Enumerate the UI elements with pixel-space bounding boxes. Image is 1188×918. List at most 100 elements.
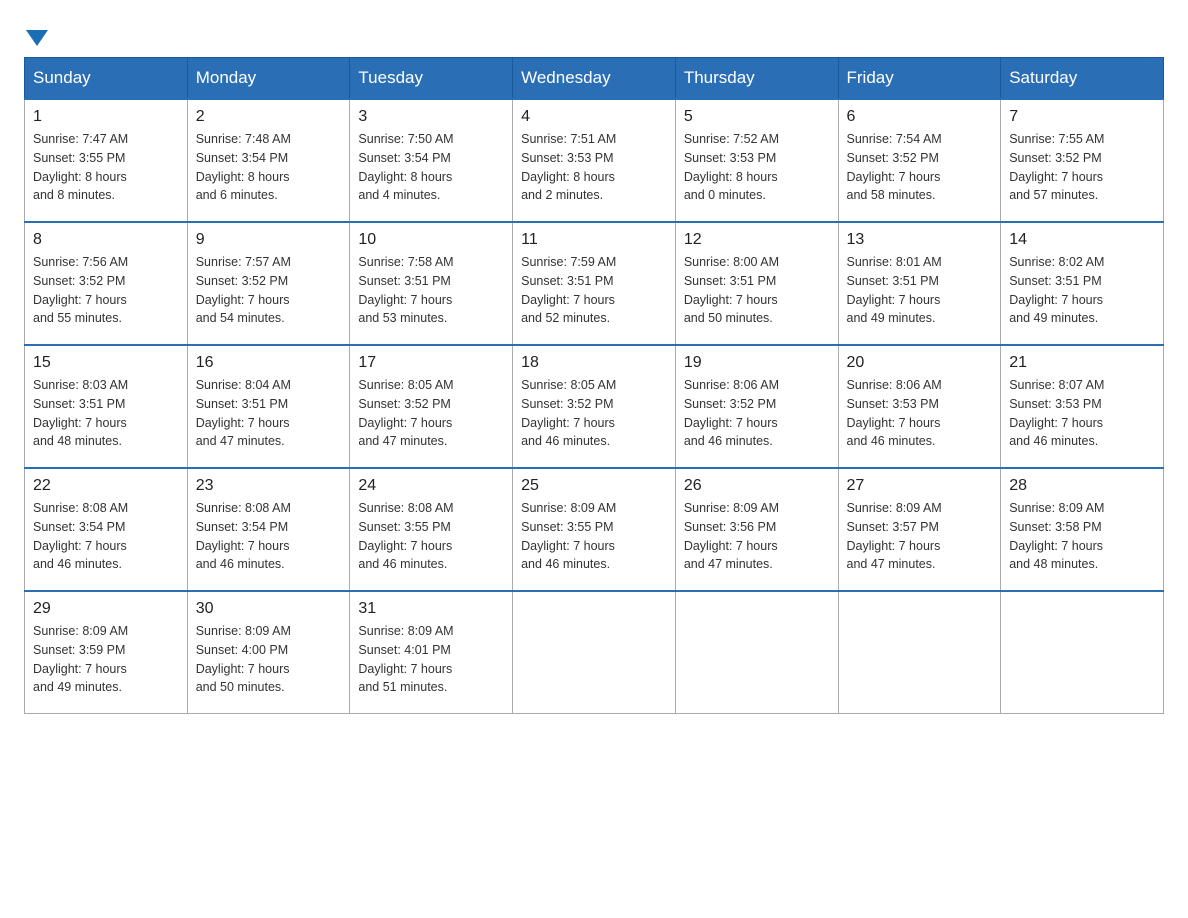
day-number: 30 (196, 600, 342, 618)
day-info: Sunrise: 8:08 AMSunset: 3:55 PMDaylight:… (358, 499, 504, 574)
day-info: Sunrise: 7:50 AMSunset: 3:54 PMDaylight:… (358, 130, 504, 205)
calendar-cell: 16 Sunrise: 8:04 AMSunset: 3:51 PMDaylig… (187, 345, 350, 468)
day-info: Sunrise: 8:07 AMSunset: 3:53 PMDaylight:… (1009, 376, 1155, 451)
day-info: Sunrise: 8:09 AMSunset: 3:55 PMDaylight:… (521, 499, 667, 574)
day-number: 8 (33, 231, 179, 249)
day-info: Sunrise: 7:55 AMSunset: 3:52 PMDaylight:… (1009, 130, 1155, 205)
day-info: Sunrise: 8:06 AMSunset: 3:52 PMDaylight:… (684, 376, 830, 451)
calendar-cell: 24 Sunrise: 8:08 AMSunset: 3:55 PMDaylig… (350, 468, 513, 591)
day-number: 24 (358, 477, 504, 495)
day-number: 26 (684, 477, 830, 495)
calendar-header-tuesday: Tuesday (350, 58, 513, 100)
day-number: 22 (33, 477, 179, 495)
day-info: Sunrise: 8:05 AMSunset: 3:52 PMDaylight:… (521, 376, 667, 451)
calendar-cell: 12 Sunrise: 8:00 AMSunset: 3:51 PMDaylig… (675, 222, 838, 345)
calendar-cell: 30 Sunrise: 8:09 AMSunset: 4:00 PMDaylig… (187, 591, 350, 714)
day-info: Sunrise: 7:56 AMSunset: 3:52 PMDaylight:… (33, 253, 179, 328)
calendar-header-row: SundayMondayTuesdayWednesdayThursdayFrid… (25, 58, 1164, 100)
day-number: 29 (33, 600, 179, 618)
calendar-table: SundayMondayTuesdayWednesdayThursdayFrid… (24, 57, 1164, 714)
day-number: 27 (847, 477, 993, 495)
day-number: 5 (684, 108, 830, 126)
day-number: 11 (521, 231, 667, 249)
day-number: 18 (521, 354, 667, 372)
logo (24, 24, 48, 47)
calendar-cell: 13 Sunrise: 8:01 AMSunset: 3:51 PMDaylig… (838, 222, 1001, 345)
calendar-cell: 31 Sunrise: 8:09 AMSunset: 4:01 PMDaylig… (350, 591, 513, 714)
calendar-cell: 26 Sunrise: 8:09 AMSunset: 3:56 PMDaylig… (675, 468, 838, 591)
calendar-cell (1001, 591, 1164, 714)
day-number: 16 (196, 354, 342, 372)
calendar-cell: 3 Sunrise: 7:50 AMSunset: 3:54 PMDayligh… (350, 99, 513, 222)
day-number: 28 (1009, 477, 1155, 495)
day-number: 21 (1009, 354, 1155, 372)
day-info: Sunrise: 8:09 AMSunset: 3:58 PMDaylight:… (1009, 499, 1155, 574)
day-number: 4 (521, 108, 667, 126)
day-info: Sunrise: 8:04 AMSunset: 3:51 PMDaylight:… (196, 376, 342, 451)
calendar-header-saturday: Saturday (1001, 58, 1164, 100)
day-number: 6 (847, 108, 993, 126)
calendar-cell: 11 Sunrise: 7:59 AMSunset: 3:51 PMDaylig… (513, 222, 676, 345)
calendar-cell: 23 Sunrise: 8:08 AMSunset: 3:54 PMDaylig… (187, 468, 350, 591)
calendar-cell: 20 Sunrise: 8:06 AMSunset: 3:53 PMDaylig… (838, 345, 1001, 468)
calendar-cell: 17 Sunrise: 8:05 AMSunset: 3:52 PMDaylig… (350, 345, 513, 468)
day-number: 1 (33, 108, 179, 126)
day-number: 13 (847, 231, 993, 249)
calendar-cell: 25 Sunrise: 8:09 AMSunset: 3:55 PMDaylig… (513, 468, 676, 591)
day-info: Sunrise: 7:52 AMSunset: 3:53 PMDaylight:… (684, 130, 830, 205)
day-info: Sunrise: 7:57 AMSunset: 3:52 PMDaylight:… (196, 253, 342, 328)
day-info: Sunrise: 8:08 AMSunset: 3:54 PMDaylight:… (196, 499, 342, 574)
day-info: Sunrise: 8:00 AMSunset: 3:51 PMDaylight:… (684, 253, 830, 328)
calendar-cell: 2 Sunrise: 7:48 AMSunset: 3:54 PMDayligh… (187, 99, 350, 222)
day-number: 25 (521, 477, 667, 495)
day-number: 14 (1009, 231, 1155, 249)
calendar-cell (513, 591, 676, 714)
day-info: Sunrise: 8:05 AMSunset: 3:52 PMDaylight:… (358, 376, 504, 451)
calendar-cell: 5 Sunrise: 7:52 AMSunset: 3:53 PMDayligh… (675, 99, 838, 222)
calendar-cell (838, 591, 1001, 714)
day-info: Sunrise: 7:58 AMSunset: 3:51 PMDaylight:… (358, 253, 504, 328)
calendar-cell: 28 Sunrise: 8:09 AMSunset: 3:58 PMDaylig… (1001, 468, 1164, 591)
calendar-cell: 19 Sunrise: 8:06 AMSunset: 3:52 PMDaylig… (675, 345, 838, 468)
calendar-week-row: 8 Sunrise: 7:56 AMSunset: 3:52 PMDayligh… (25, 222, 1164, 345)
day-number: 7 (1009, 108, 1155, 126)
day-info: Sunrise: 8:09 AMSunset: 3:59 PMDaylight:… (33, 622, 179, 697)
calendar-cell: 29 Sunrise: 8:09 AMSunset: 3:59 PMDaylig… (25, 591, 188, 714)
calendar-cell: 9 Sunrise: 7:57 AMSunset: 3:52 PMDayligh… (187, 222, 350, 345)
calendar-header-sunday: Sunday (25, 58, 188, 100)
day-info: Sunrise: 8:06 AMSunset: 3:53 PMDaylight:… (847, 376, 993, 451)
day-info: Sunrise: 8:08 AMSunset: 3:54 PMDaylight:… (33, 499, 179, 574)
logo-arrow-icon (26, 26, 48, 48)
day-info: Sunrise: 7:59 AMSunset: 3:51 PMDaylight:… (521, 253, 667, 328)
calendar-cell (675, 591, 838, 714)
calendar-cell: 10 Sunrise: 7:58 AMSunset: 3:51 PMDaylig… (350, 222, 513, 345)
day-info: Sunrise: 8:09 AMSunset: 4:00 PMDaylight:… (196, 622, 342, 697)
calendar-cell: 15 Sunrise: 8:03 AMSunset: 3:51 PMDaylig… (25, 345, 188, 468)
day-info: Sunrise: 7:47 AMSunset: 3:55 PMDaylight:… (33, 130, 179, 205)
day-number: 9 (196, 231, 342, 249)
day-number: 10 (358, 231, 504, 249)
calendar-cell: 21 Sunrise: 8:07 AMSunset: 3:53 PMDaylig… (1001, 345, 1164, 468)
day-number: 20 (847, 354, 993, 372)
calendar-week-row: 29 Sunrise: 8:09 AMSunset: 3:59 PMDaylig… (25, 591, 1164, 714)
calendar-header-friday: Friday (838, 58, 1001, 100)
calendar-header-wednesday: Wednesday (513, 58, 676, 100)
day-info: Sunrise: 8:02 AMSunset: 3:51 PMDaylight:… (1009, 253, 1155, 328)
day-number: 17 (358, 354, 504, 372)
calendar-cell: 7 Sunrise: 7:55 AMSunset: 3:52 PMDayligh… (1001, 99, 1164, 222)
day-info: Sunrise: 7:54 AMSunset: 3:52 PMDaylight:… (847, 130, 993, 205)
calendar-cell: 1 Sunrise: 7:47 AMSunset: 3:55 PMDayligh… (25, 99, 188, 222)
day-number: 23 (196, 477, 342, 495)
day-number: 3 (358, 108, 504, 126)
calendar-cell: 18 Sunrise: 8:05 AMSunset: 3:52 PMDaylig… (513, 345, 676, 468)
calendar-cell: 14 Sunrise: 8:02 AMSunset: 3:51 PMDaylig… (1001, 222, 1164, 345)
day-info: Sunrise: 8:01 AMSunset: 3:51 PMDaylight:… (847, 253, 993, 328)
day-number: 19 (684, 354, 830, 372)
day-info: Sunrise: 7:48 AMSunset: 3:54 PMDaylight:… (196, 130, 342, 205)
day-info: Sunrise: 7:51 AMSunset: 3:53 PMDaylight:… (521, 130, 667, 205)
calendar-week-row: 1 Sunrise: 7:47 AMSunset: 3:55 PMDayligh… (25, 99, 1164, 222)
day-number: 31 (358, 600, 504, 618)
page-header (24, 24, 1164, 47)
day-info: Sunrise: 8:09 AMSunset: 4:01 PMDaylight:… (358, 622, 504, 697)
day-info: Sunrise: 8:09 AMSunset: 3:56 PMDaylight:… (684, 499, 830, 574)
